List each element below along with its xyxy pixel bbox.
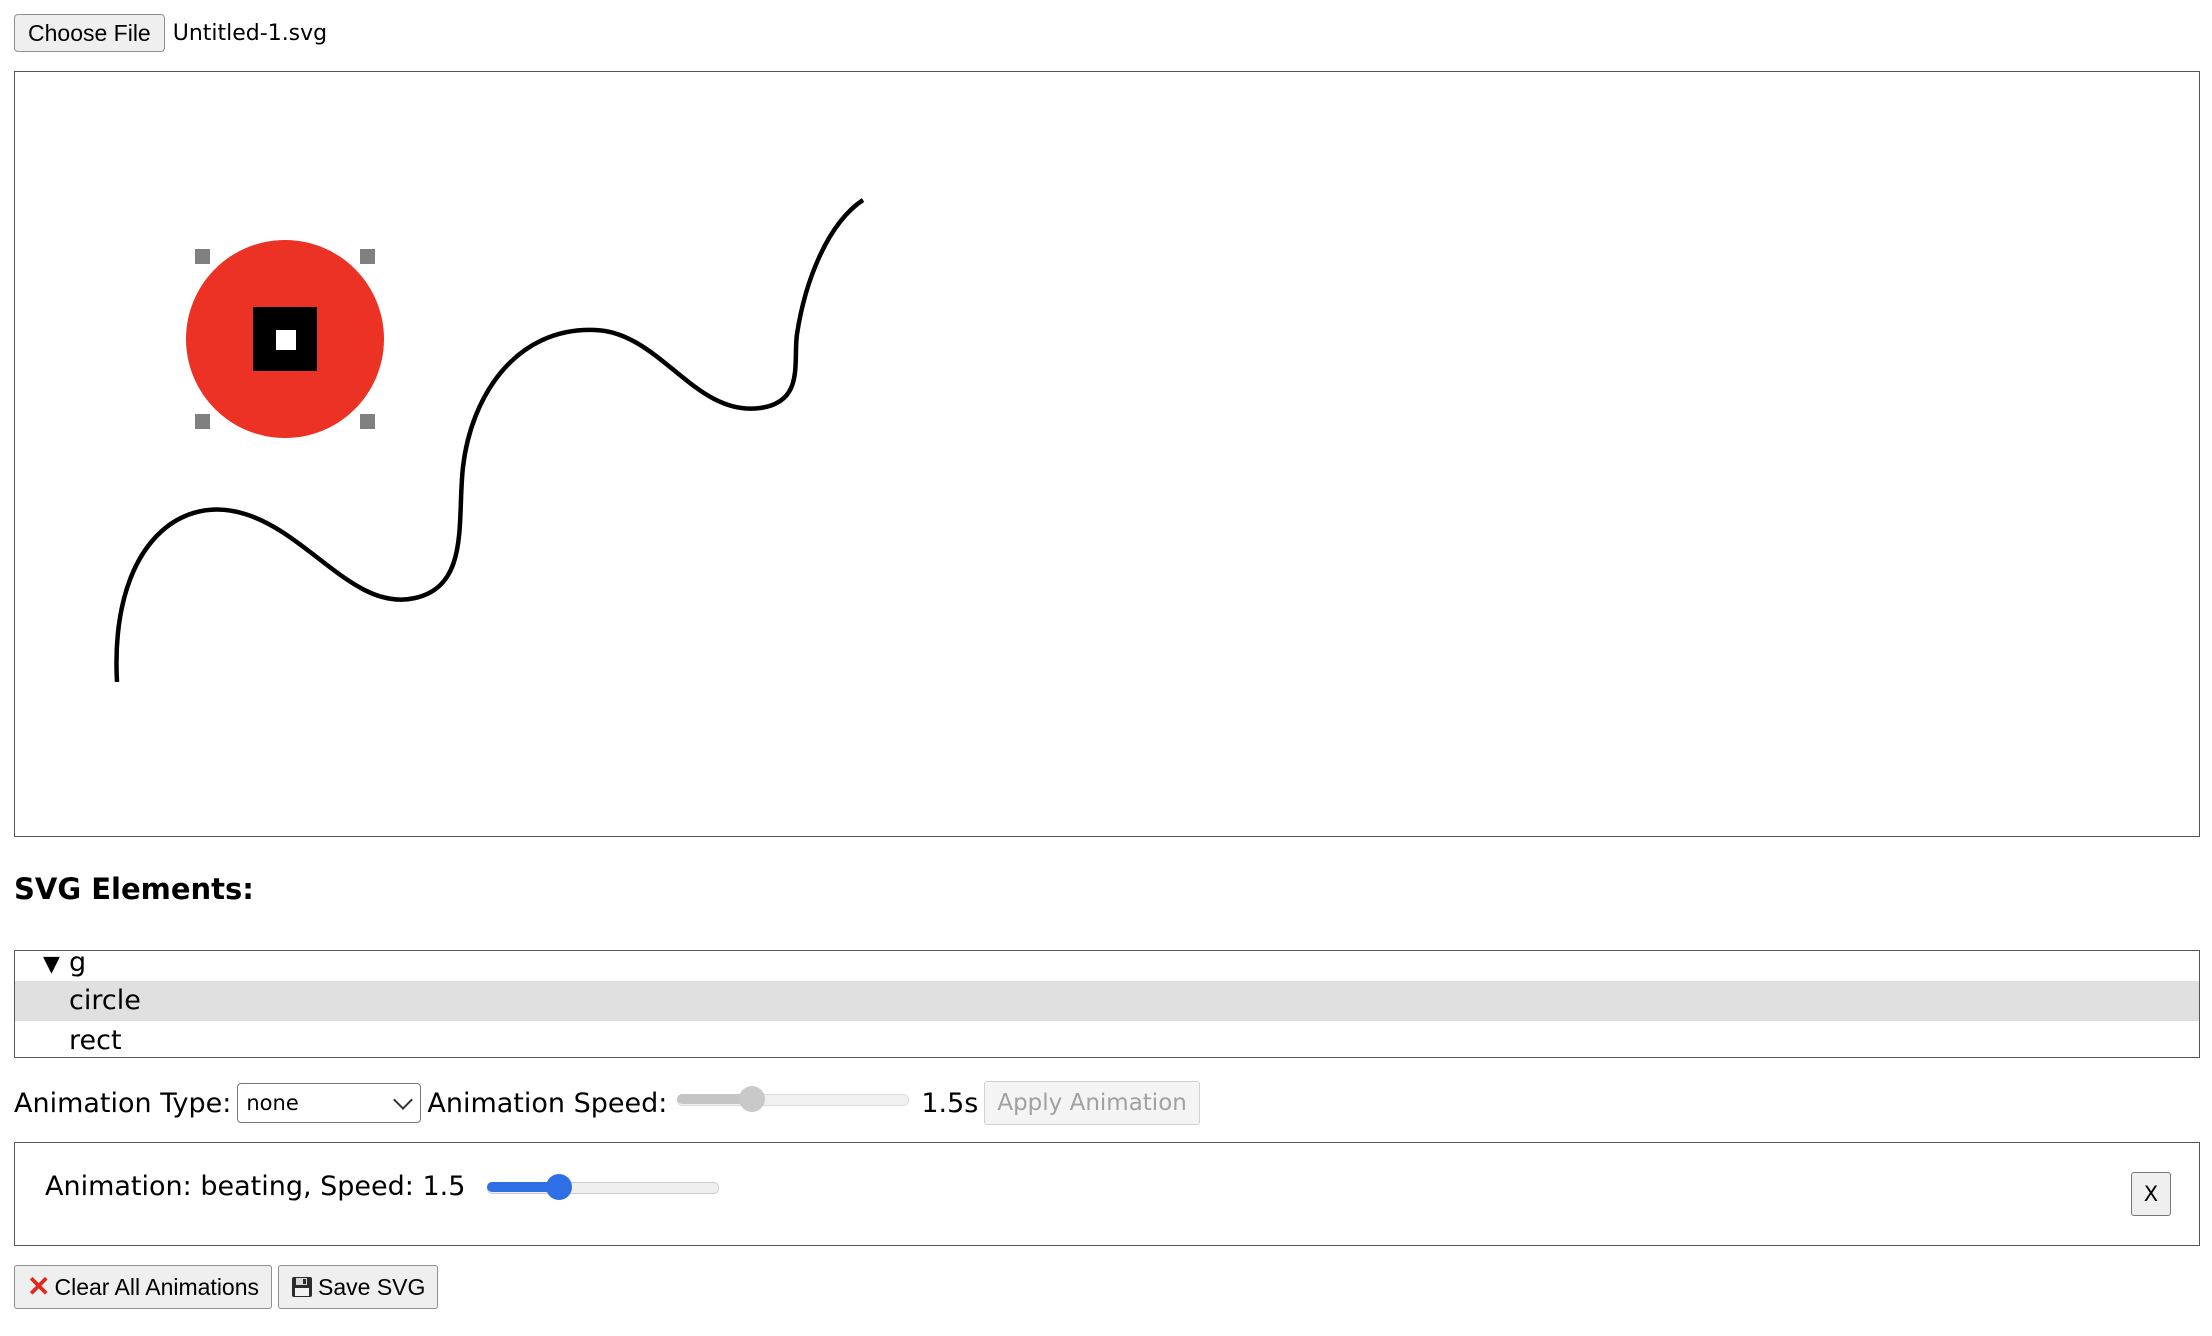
clear-all-animations-button[interactable]: ✕ Clear All Animations	[14, 1265, 273, 1309]
clear-all-label: Clear All Animations	[54, 1274, 260, 1300]
file-chooser: Choose File Untitled-1.svg	[14, 14, 327, 52]
animation-item: Animation: beating, Speed: 1.5	[45, 1171, 720, 1202]
animation-controls: Animation Type: none Animation Speed: 1.…	[14, 1080, 1200, 1126]
red-x-icon: ✕	[27, 1271, 51, 1302]
save-svg-button[interactable]: Save SVG	[278, 1265, 439, 1309]
chevron-down-icon	[393, 1090, 414, 1110]
resize-handle-bottom-right[interactable]	[360, 414, 375, 429]
tree-item-label: g	[69, 950, 87, 978]
tree-item-label: rect	[69, 1025, 122, 1056]
floppy-disk-icon	[292, 1277, 313, 1297]
tree-item-circle[interactable]: circle	[15, 981, 2199, 1021]
center-handle[interactable]	[276, 330, 296, 350]
svg-preview	[114, 198, 865, 683]
animation-description: Animation: beating, Speed: 1.5	[45, 1171, 466, 1202]
svg-animator-page: Choose File Untitled-1.svg SVG Elements:…	[0, 0, 2212, 1336]
tree-item-g[interactable]: ▼ g	[15, 951, 2199, 981]
slider-thumb[interactable]	[738, 1086, 765, 1112]
animation-type-select[interactable]: none	[237, 1083, 422, 1123]
animation-speed-label: Animation Speed:	[427, 1087, 668, 1119]
tree-item-rect[interactable]: rect	[15, 1021, 2199, 1057]
save-svg-label: Save SVG	[318, 1274, 426, 1300]
slider-thumb[interactable]	[546, 1173, 573, 1200]
animation-speed-slider[interactable]	[677, 1086, 910, 1112]
element-tree: ▼ g circle rect	[14, 950, 2200, 1058]
speed-value: 1.5s	[921, 1087, 979, 1119]
remove-animation-button[interactable]: X	[2131, 1172, 2171, 1216]
tree-item-label: circle	[69, 985, 141, 1016]
resize-handle-bottom-left[interactable]	[195, 414, 210, 429]
animation-speed-slider[interactable]	[487, 1173, 720, 1200]
apply-animation-button[interactable]: Apply Animation	[984, 1081, 1200, 1125]
animation-type-label: Animation Type:	[14, 1087, 232, 1119]
footer-actions: ✕ Clear All Animations Save SVG	[14, 1265, 439, 1309]
animation-list: Animation: beating, Speed: 1.5 X	[14, 1142, 2200, 1246]
choose-file-button[interactable]: Choose File	[14, 14, 165, 52]
svg-canvas[interactable]	[14, 71, 2200, 837]
svg-elements-heading: SVG Elements:	[14, 872, 254, 906]
resize-handle-top-left[interactable]	[195, 249, 210, 264]
animation-type-value: none	[246, 1091, 299, 1115]
resize-handle-top-right[interactable]	[360, 249, 375, 264]
expand-triangle-icon[interactable]: ▼	[43, 953, 60, 977]
file-name: Untitled-1.svg	[172, 20, 328, 46]
